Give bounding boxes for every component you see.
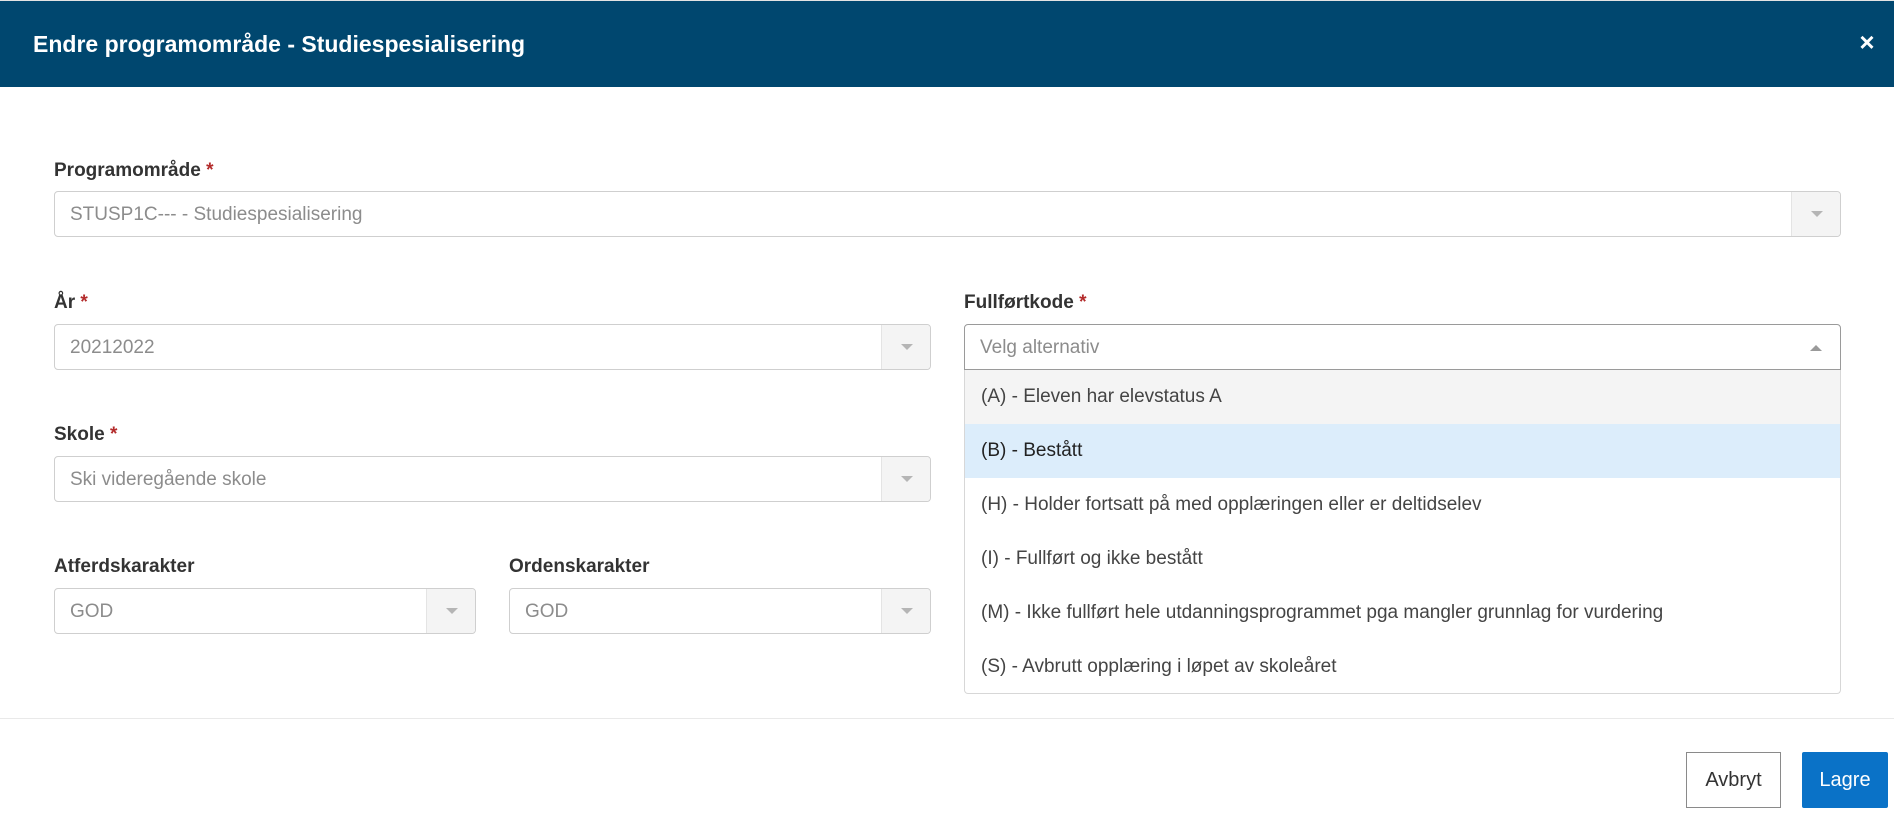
skole-select[interactable]: Ski videregående skole	[54, 456, 931, 502]
chevron-down-icon[interactable]	[881, 457, 930, 501]
required-mark: *	[206, 160, 214, 181]
programomrade-label: Programområde *	[54, 160, 213, 182]
required-mark: *	[109, 424, 118, 445]
skole-label: Skole *	[54, 424, 117, 446]
required-mark: *	[1079, 292, 1087, 313]
fullfortkode-select[interactable]: Velg alternativ	[964, 324, 1841, 370]
programomrade-value: STUSP1C--- - Studiespesialisering	[70, 204, 363, 225]
cancel-button[interactable]: Avbryt	[1686, 752, 1781, 808]
atferdskarakter-label: Atferdskarakter	[54, 556, 195, 577]
programomrade-select[interactable]: STUSP1C--- - Studiespesialisering	[54, 191, 1841, 237]
option-m[interactable]: (M) - Ikke fullført hele utdanningsprogr…	[965, 586, 1840, 640]
option-i[interactable]: (I) - Fullført og ikke bestått	[965, 532, 1840, 586]
fullfortkode-label-text: Fullførtkode	[964, 292, 1074, 313]
ordenskarakter-label: Ordenskarakter	[509, 556, 650, 577]
required-mark: *	[80, 292, 88, 313]
ar-label-text: År	[54, 292, 76, 313]
save-button[interactable]: Lagre	[1802, 752, 1888, 808]
option-h[interactable]: (H) - Holder fortsatt på med opplæringen…	[965, 478, 1840, 532]
option-b[interactable]: (B) - Bestått	[965, 424, 1840, 478]
fullfortkode-placeholder: Velg alternativ	[980, 337, 1100, 358]
programomrade-label-text: Programområde	[54, 160, 201, 181]
chevron-down-icon[interactable]	[881, 589, 930, 633]
chevron-up-icon[interactable]	[1810, 345, 1822, 351]
atferdskarakter-select[interactable]: GOD	[54, 588, 476, 634]
footer-divider	[0, 718, 1894, 719]
ordenskarakter-value: GOD	[525, 601, 569, 622]
dialog-title: Endre programområde - Studiespesialiseri…	[33, 31, 526, 57]
fullfortkode-dropdown: (A) - Eleven har elevstatus A (B) - Best…	[964, 370, 1841, 694]
option-s[interactable]: (S) - Avbrutt opplæring i løpet av skole…	[965, 640, 1840, 694]
fullfortkode-label: Fullførtkode *	[964, 292, 1086, 314]
close-icon[interactable]: ×	[1854, 29, 1880, 55]
option-a[interactable]: (A) - Eleven har elevstatus A	[965, 370, 1840, 424]
ar-value: 20212022	[70, 337, 155, 358]
skole-value: Ski videregående skole	[70, 469, 267, 490]
ar-select[interactable]: 20212022	[54, 324, 931, 370]
atferdskarakter-value: GOD	[70, 601, 114, 622]
dialog-header: Endre programområde - Studiespesialiseri…	[0, 0, 1894, 87]
ordenskarakter-select[interactable]: GOD	[509, 588, 931, 634]
chevron-down-icon[interactable]	[1791, 192, 1840, 236]
ar-label: År *	[54, 292, 88, 314]
skole-label-text: Skole	[54, 424, 105, 445]
chevron-down-icon[interactable]	[426, 589, 475, 633]
chevron-down-icon[interactable]	[881, 325, 930, 369]
